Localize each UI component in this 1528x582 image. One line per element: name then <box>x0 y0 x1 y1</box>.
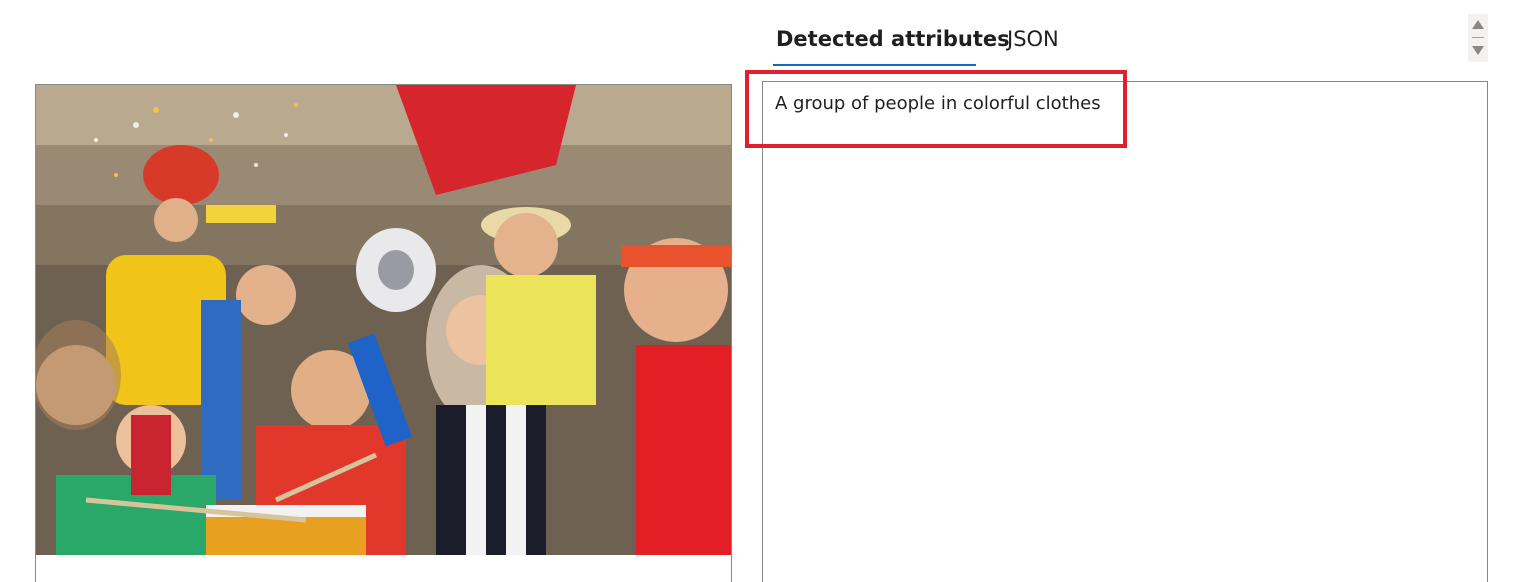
scroll-control[interactable] <box>1468 14 1488 62</box>
tab-detected-attributes[interactable]: Detected attributes <box>776 24 1010 54</box>
uploaded-photo <box>36 85 731 555</box>
image-panel <box>35 84 732 582</box>
page: Detected attributes JSON A group of peop… <box>0 0 1528 582</box>
result-panel <box>762 81 1488 582</box>
tab-json[interactable]: JSON <box>1007 24 1059 54</box>
caption-highlight <box>745 70 1127 148</box>
scroll-up-icon[interactable] <box>1472 20 1484 29</box>
scroll-down-icon[interactable] <box>1472 46 1484 55</box>
scroll-divider <box>1472 37 1484 38</box>
selected-tab-indicator <box>773 64 976 66</box>
